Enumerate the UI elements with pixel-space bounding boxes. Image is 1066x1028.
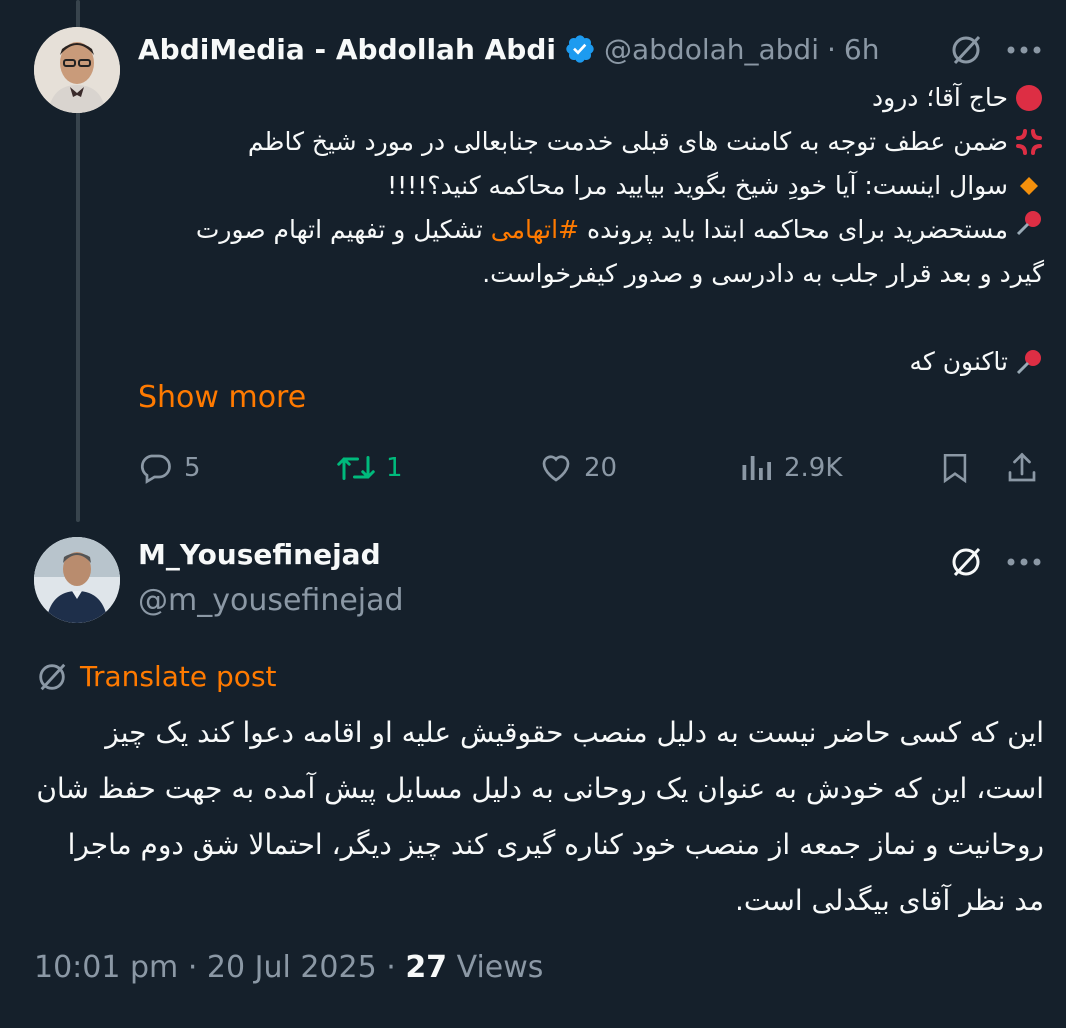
avatar[interactable] [34, 27, 120, 113]
author-handle[interactable]: @abdolah_abdi [604, 33, 819, 66]
views-count: 2.9K [784, 453, 843, 483]
grok-icon[interactable] [946, 30, 986, 70]
separator: · [827, 32, 836, 66]
grok-icon[interactable] [946, 542, 986, 582]
reply-button[interactable]: 5 [138, 444, 201, 492]
post-line-3: سوال اینست: آیا خودِ شیخ بگوید بیایید مر… [150, 164, 1044, 208]
like-button[interactable]: 20 [538, 444, 617, 492]
anger-symbol-icon [1014, 127, 1044, 157]
views-count: 27 [405, 950, 448, 985]
verified-badge-icon [566, 35, 594, 63]
post-line-1: حاج آقا؛ درود [150, 76, 1044, 120]
repost-icon [337, 456, 375, 480]
author-handle[interactable]: @m_yousefinejad [138, 583, 404, 618]
post-timestamp: 10:01 pm · 20 Jul 2025 · 27 Views [34, 950, 543, 985]
text-run: مستحضرید برای محاکمه ابتدا باید پرونده [579, 215, 1008, 244]
share-button[interactable] [1004, 444, 1050, 492]
reply-icon [140, 454, 171, 484]
post-paragraph-pin: مستحضرید برای محاکمه ابتدا باید پرونده #… [150, 208, 1044, 296]
orange-diamond-icon [1014, 171, 1044, 201]
share-icon [1008, 452, 1036, 482]
more-options-icon[interactable] [1002, 542, 1046, 582]
post-line-last: تاکنون که [150, 340, 1044, 384]
translate-post-link[interactable]: Translate post [36, 660, 277, 693]
pushpin-icon [1014, 347, 1044, 377]
reply-count: 5 [184, 453, 201, 483]
analytics-icon [742, 456, 771, 480]
avatar[interactable] [34, 537, 120, 623]
post-line-2: ضمن عطف توجه به کامنت های قبلی خدمت جناب… [150, 120, 1044, 164]
separator: · [187, 950, 207, 985]
action-bar: 5 1 20 2.9K [138, 444, 1044, 492]
bookmark-button[interactable] [938, 444, 982, 492]
translate-icon [39, 663, 66, 690]
show-more-link[interactable]: Show more [138, 380, 306, 415]
separator: · [386, 950, 406, 985]
post-header: AbdiMedia - Abdollah Abdi @abdolah_abdi … [138, 26, 879, 72]
repost-button[interactable]: 1 [336, 444, 403, 492]
translate-label: Translate post [80, 660, 277, 693]
post-line-text: حاج آقا؛ درود [872, 83, 1008, 112]
hashtag-link[interactable]: #اتهامی [491, 215, 579, 244]
post-line-text: ضمن عطف توجه به کامنت های قبلی خدمت جناب… [247, 127, 1008, 156]
author-name[interactable]: AbdiMedia - Abdollah Abdi [138, 33, 556, 66]
repost-count: 1 [386, 453, 403, 483]
more-options-icon[interactable] [1002, 30, 1046, 70]
post-time[interactable]: 10:01 pm [34, 950, 178, 985]
views-label: Views [456, 950, 544, 985]
post-body: حاج آقا؛ درود ضمن عطف توجه به کامنت های … [150, 76, 1044, 384]
post-body: این که کسی حاضر نیست به دلیل منصب حقوقیش… [36, 716, 1044, 917]
post-line-text: سوال اینست: آیا خودِ شیخ بگوید بیایید مر… [387, 171, 1008, 200]
pushpin-icon [1014, 208, 1044, 238]
like-count: 20 [584, 453, 618, 483]
red-circle-icon [1014, 83, 1044, 113]
post-time[interactable]: 6h [844, 33, 880, 66]
bookmark-icon [943, 453, 967, 484]
views-button[interactable]: 2.9K [738, 444, 842, 492]
heart-icon [542, 455, 570, 482]
post-date[interactable]: 20 Jul 2025 [207, 950, 377, 985]
post-line-text: تاکنون که [909, 347, 1008, 376]
author-name[interactable]: M_Yousefinejad [138, 538, 381, 571]
